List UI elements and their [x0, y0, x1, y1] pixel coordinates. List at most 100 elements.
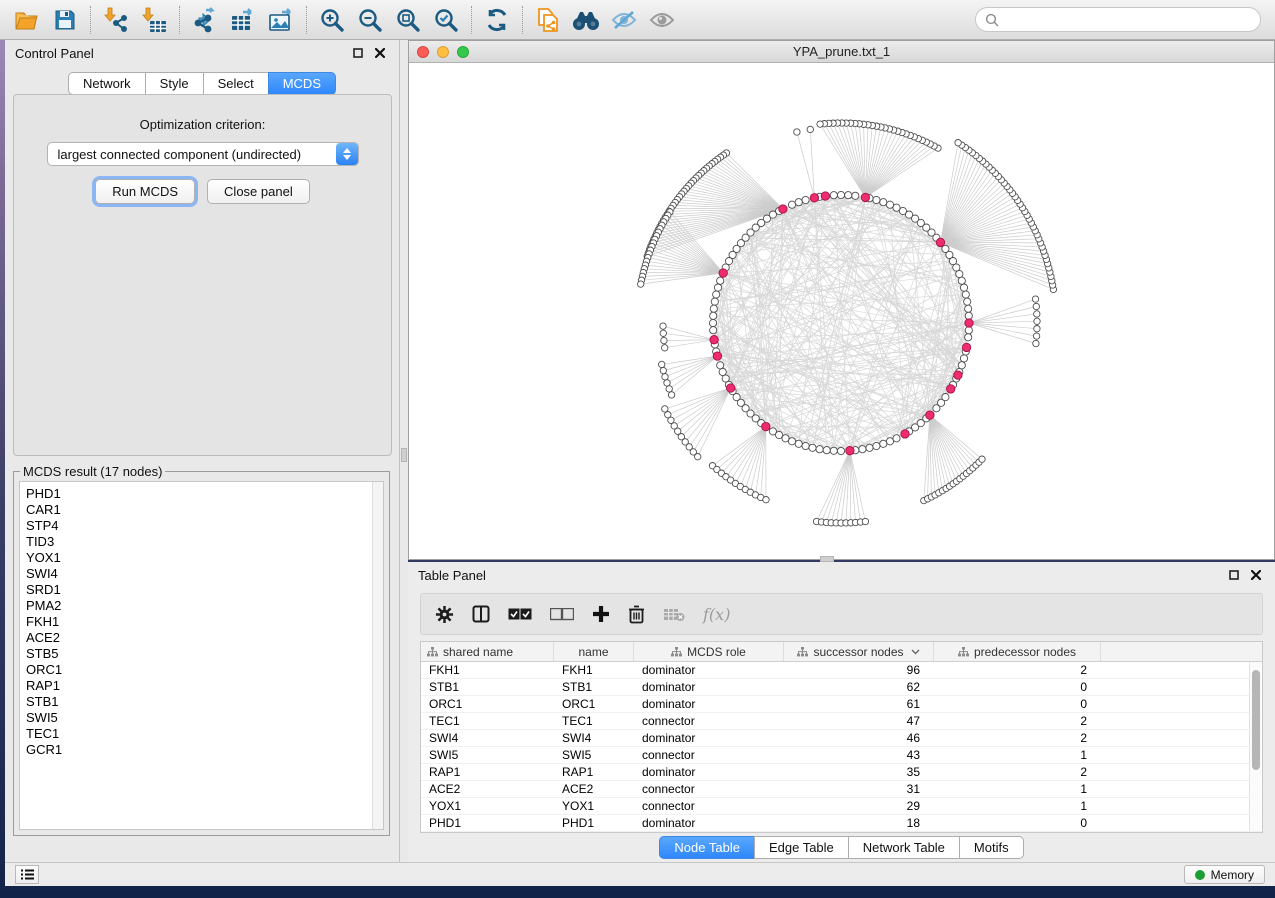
tab-network[interactable]: Network	[68, 72, 146, 95]
mcds-result-item[interactable]: FKH1	[26, 614, 383, 630]
table-row[interactable]: YOX1YOX1connector291	[421, 798, 1262, 815]
memory-button[interactable]: Memory	[1184, 865, 1265, 884]
table-row[interactable]: ACE2ACE2connector311	[421, 781, 1262, 798]
mcds-list-scrollbar[interactable]	[372, 482, 383, 829]
open-file-icon[interactable]	[8, 4, 46, 36]
network-canvas[interactable]	[409, 63, 1274, 559]
tab-node-table[interactable]: Node Table	[659, 836, 755, 859]
mcds-result-item[interactable]: TEC1	[26, 726, 383, 742]
mcds-result-item[interactable]: TID3	[26, 534, 383, 550]
mcds-result-item[interactable]: CAR1	[26, 502, 383, 518]
import-network-icon[interactable]	[97, 4, 135, 36]
task-history-button[interactable]	[15, 865, 39, 884]
mcds-result-item[interactable]: STP4	[26, 518, 383, 534]
mcds-result-item[interactable]: SWI5	[26, 710, 383, 726]
tab-select[interactable]: Select	[203, 72, 269, 95]
table-row[interactable]: SWI5SWI5connector431	[421, 747, 1262, 764]
fan-edges	[641, 123, 1054, 523]
splitter-handle[interactable]	[401, 448, 407, 462]
column-header-MCDS-role[interactable]: MCDS role	[634, 642, 784, 661]
select-all-checkboxes-icon[interactable]	[508, 608, 532, 621]
table-panel-tabs: Node TableEdge TableNetwork TableMotifs	[408, 836, 1275, 859]
table-cell	[1101, 662, 1262, 678]
mcds-result-item[interactable]: SWI4	[26, 566, 383, 582]
mcds-result-item[interactable]: ACE2	[26, 630, 383, 646]
tab-network-table[interactable]: Network Table	[848, 836, 960, 859]
delete-column-trash-icon[interactable]	[628, 605, 645, 624]
hide-selected-eye-icon[interactable]	[605, 4, 643, 36]
table-row[interactable]: ORC1ORC1dominator610	[421, 696, 1262, 713]
close-panel-icon[interactable]	[371, 45, 389, 61]
float-window-icon[interactable]	[349, 45, 367, 61]
attribute-type-icon	[958, 647, 969, 657]
show-all-eye-icon[interactable]	[643, 4, 681, 36]
table-body: FKH1FKH1dominator962STB1STB1dominator620…	[421, 662, 1262, 832]
mcds-result-item[interactable]: ORC1	[26, 662, 383, 678]
mcds-result-item[interactable]: GCR1	[26, 742, 383, 758]
network-graph[interactable]	[409, 63, 1274, 559]
column-header-name[interactable]: name	[554, 642, 634, 661]
table-row[interactable]: STB1STB1dominator620	[421, 679, 1262, 696]
column-header-successor-nodes[interactable]: successor nodes	[784, 642, 934, 661]
export-image-icon[interactable]	[262, 4, 300, 36]
mcds-result-item[interactable]: STB5	[26, 646, 383, 662]
run-mcds-button[interactable]: Run MCDS	[95, 179, 195, 204]
export-table-icon[interactable]	[224, 4, 262, 36]
refresh-layout-icon[interactable]	[478, 4, 516, 36]
add-column-plus-icon[interactable]	[592, 605, 610, 623]
import-table-icon[interactable]	[135, 4, 173, 36]
table-cell: dominator	[634, 679, 784, 695]
deselect-all-checkboxes-icon[interactable]	[550, 608, 574, 621]
table-row[interactable]: SWI4SWI4dominator462	[421, 730, 1262, 747]
first-neighbors-icon[interactable]	[567, 4, 605, 36]
table-row[interactable]: PHD1PHD1dominator180	[421, 815, 1262, 832]
zoom-in-icon[interactable]	[313, 4, 351, 36]
delete-table-icon[interactable]	[663, 607, 685, 622]
close-panel-icon[interactable]	[1247, 567, 1265, 583]
zoom-out-icon[interactable]	[351, 4, 389, 36]
tab-style[interactable]: Style	[145, 72, 204, 95]
mcds-result-item[interactable]: RAP1	[26, 678, 383, 694]
mcds-result-item[interactable]: PHD1	[26, 486, 383, 502]
toolbar-separator	[179, 6, 180, 34]
mcds-result-item[interactable]: YOX1	[26, 550, 383, 566]
close-panel-button[interactable]: Close panel	[207, 179, 310, 204]
table-cell: connector	[634, 713, 784, 729]
table-cell: 2	[934, 713, 1101, 729]
column-header-shared-name[interactable]: shared name	[421, 642, 554, 661]
table-row[interactable]: TEC1TEC1connector472	[421, 713, 1262, 730]
tab-edge-table[interactable]: Edge Table	[754, 836, 849, 859]
table-cell: 61	[784, 696, 934, 712]
column-header-predecessor-nodes[interactable]: predecessor nodes	[934, 642, 1101, 661]
table-cell: FKH1	[421, 662, 554, 678]
copy-network-icon[interactable]	[529, 4, 567, 36]
memory-label: Memory	[1211, 868, 1254, 882]
vertical-splitter[interactable]	[400, 40, 408, 862]
mcds-result-item[interactable]: PMA2	[26, 598, 383, 614]
save-session-icon[interactable]	[46, 4, 84, 36]
mcds-result-item[interactable]: STB1	[26, 694, 383, 710]
optimization-criterion-dropdown[interactable]: largest connected component (undirected)	[47, 142, 359, 166]
table-cell	[1101, 798, 1262, 814]
tab-mcds[interactable]: MCDS	[268, 72, 336, 95]
attribute-type-icon	[671, 647, 682, 657]
table-row[interactable]: FKH1FKH1dominator962	[421, 662, 1262, 679]
search-field[interactable]	[1005, 13, 1251, 27]
mcds-result-list[interactable]: PHD1CAR1STP4TID3YOX1SWI4SRD1PMA2FKH1ACE2…	[19, 481, 384, 830]
mcds-result-item[interactable]: SRD1	[26, 582, 383, 598]
network-window-titlebar[interactable]: YPA_prune.txt_1	[409, 41, 1274, 63]
scrollbar-thumb[interactable]	[1252, 670, 1260, 770]
export-network-icon[interactable]	[186, 4, 224, 36]
main-toolbar	[0, 0, 1275, 40]
table-settings-gear-icon[interactable]	[435, 605, 454, 624]
zoom-selected-icon[interactable]	[427, 4, 465, 36]
table-scrollbar[interactable]	[1249, 662, 1261, 831]
tab-motifs[interactable]: Motifs	[959, 836, 1024, 859]
search-input[interactable]	[975, 7, 1261, 32]
column-panel-icon[interactable]	[472, 605, 490, 623]
table-row[interactable]: RAP1RAP1dominator352	[421, 764, 1262, 781]
float-window-icon[interactable]	[1225, 567, 1243, 583]
function-builder-icon[interactable]: f(x)	[703, 605, 730, 624]
table-panel-header: Table Panel	[408, 562, 1275, 588]
zoom-fit-icon[interactable]	[389, 4, 427, 36]
